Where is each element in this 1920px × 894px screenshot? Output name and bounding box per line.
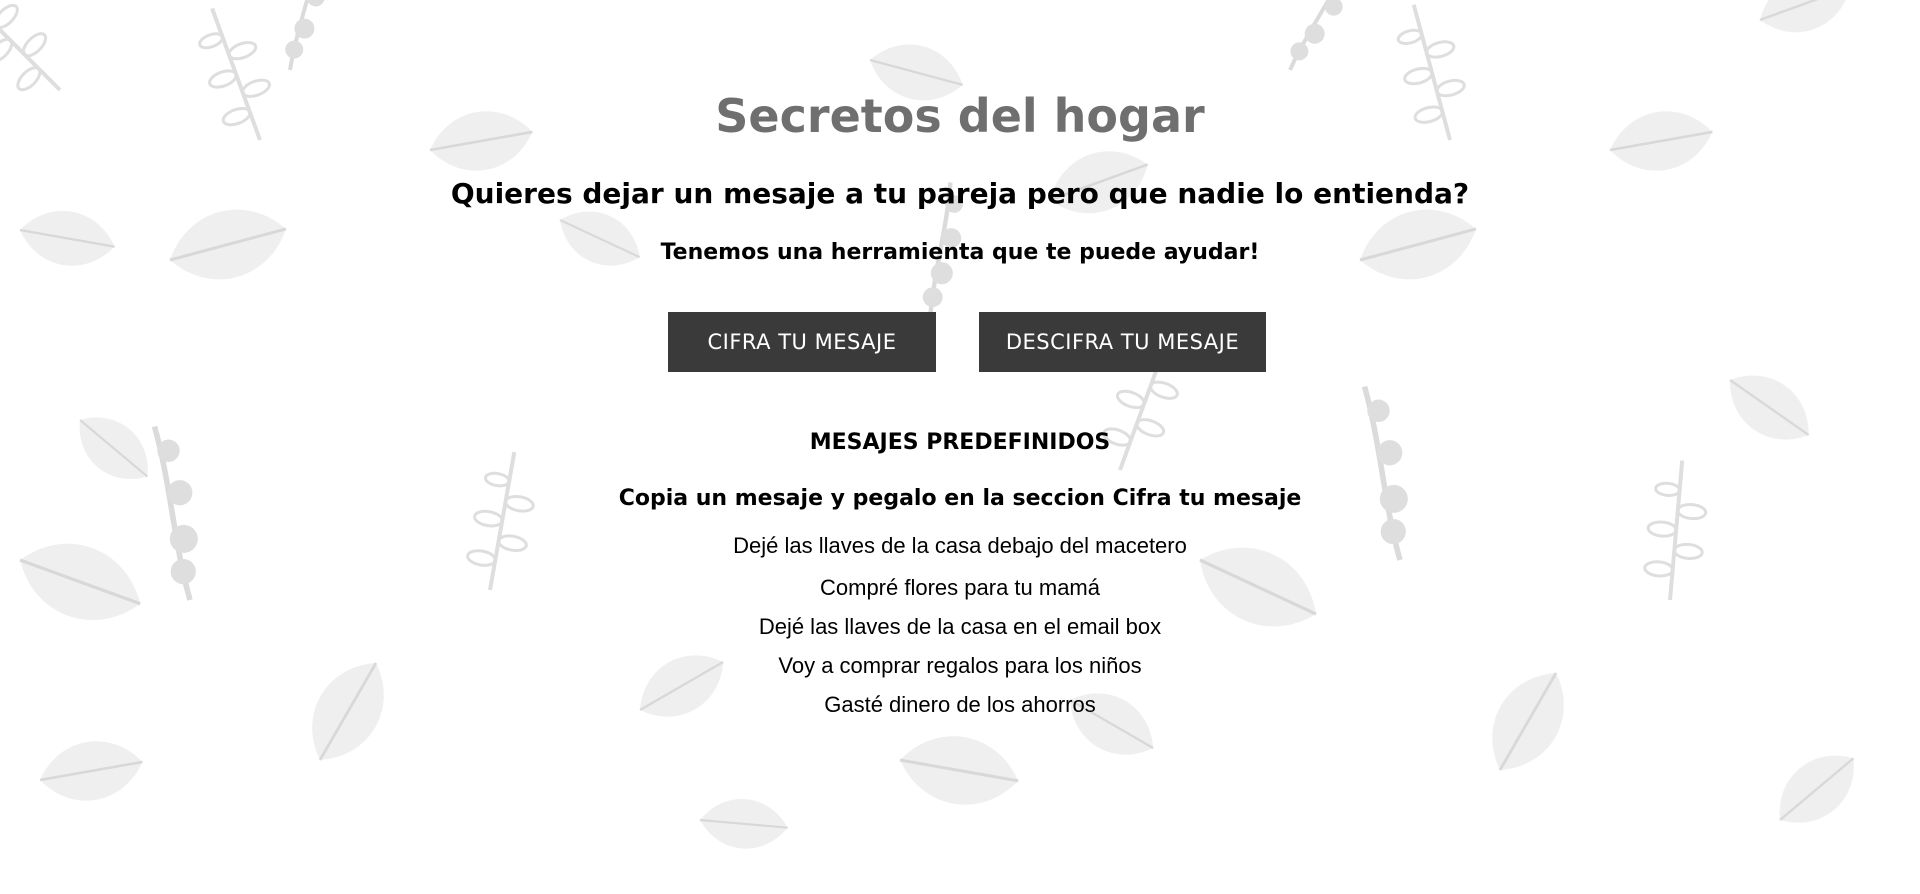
predefined-message-item: Gasté dinero de los ahorros: [824, 692, 1096, 717]
page-tagline: Tenemos una herramienta que te puede ayu…: [660, 240, 1260, 265]
decipher-message-button[interactable]: DESCIFRA TU MESAJE: [979, 312, 1266, 372]
predefined-message-item: Dejé las llaves de la casa en el email b…: [758, 614, 1162, 639]
page: Secretos del hogar Quieres dejar un mesa…: [0, 0, 1920, 894]
page-subtitle: Quieres dejar un mesaje a tu pareja pero…: [450, 177, 1470, 210]
predefined-messages-heading: MESAJES PREDEFINIDOS: [809, 430, 1111, 455]
predefined-message-item: Voy a comprar regalos para los niños: [778, 653, 1142, 678]
cipher-message-button[interactable]: CIFRA TU MESAJE: [668, 312, 936, 372]
predefined-message-item: Compré flores para tu mamá: [820, 575, 1100, 600]
predefined-message-item: Dejé las llaves de la casa debajo del ma…: [733, 533, 1187, 558]
predefined-messages-instructions: Copia un mesaje y pegalo en la seccion C…: [618, 486, 1302, 511]
page-title: Secretos del hogar: [715, 89, 1205, 143]
